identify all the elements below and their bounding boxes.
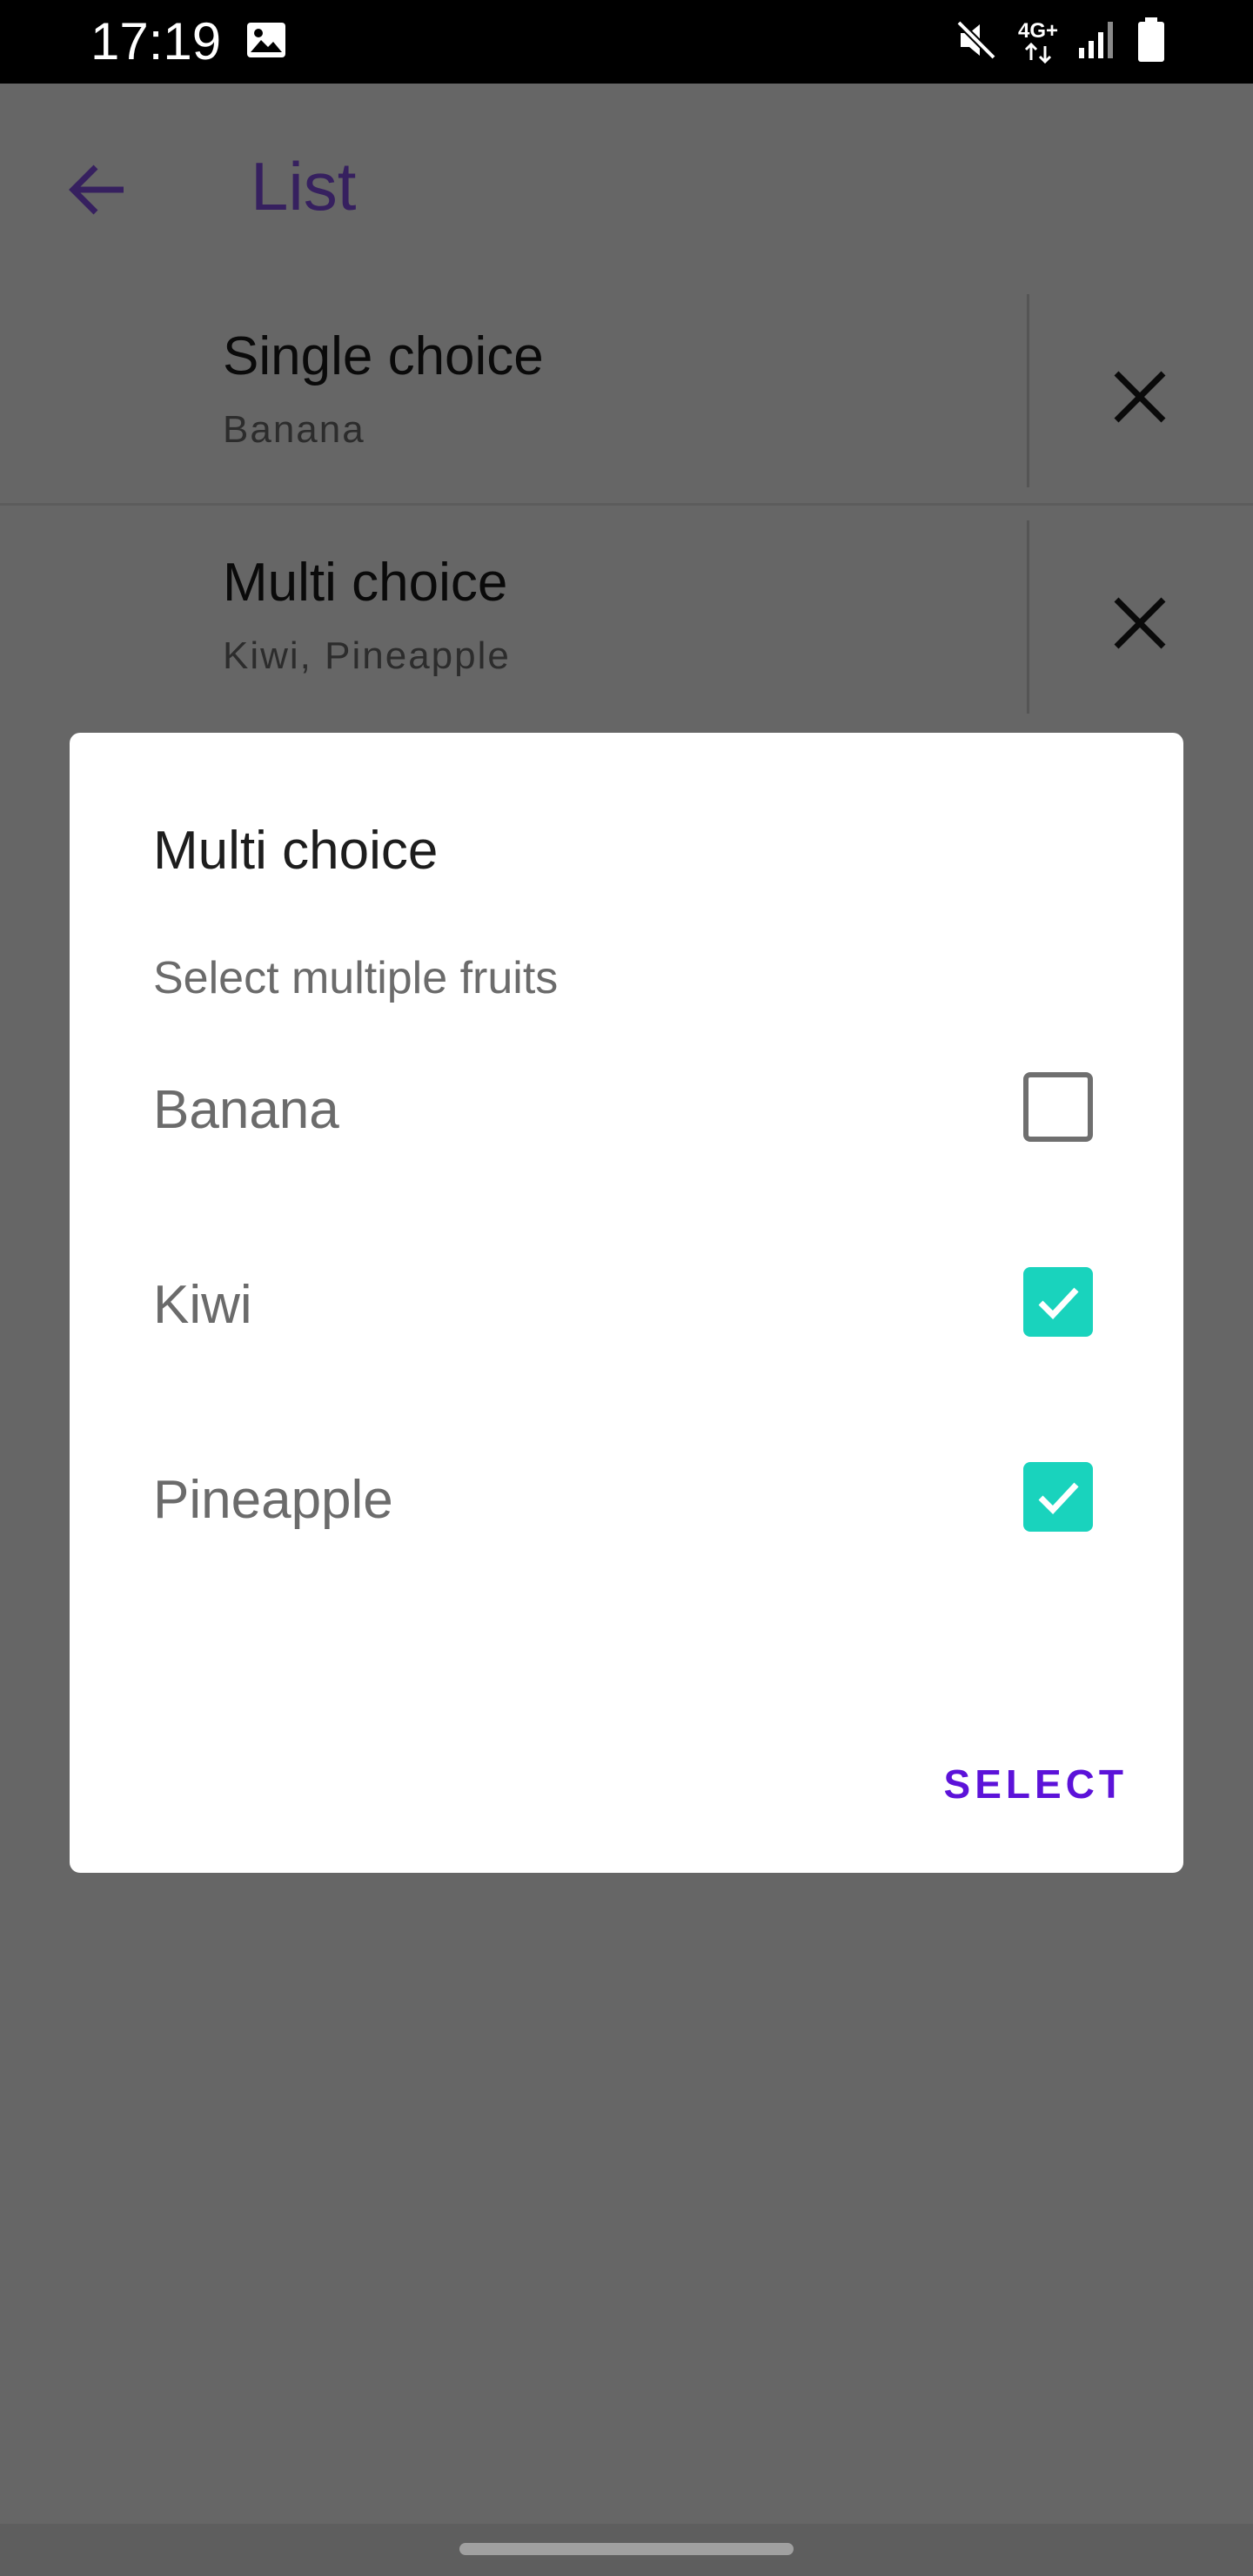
clear-single-choice-button[interactable] — [1098, 355, 1182, 439]
gallery-icon — [245, 21, 287, 59]
checkbox-pineapple[interactable] — [1023, 1462, 1093, 1532]
option-banana[interactable]: Banana — [70, 1020, 1183, 1194]
option-pineapple[interactable]: Pineapple — [70, 1410, 1183, 1584]
option-kiwi[interactable]: Kiwi — [70, 1215, 1183, 1389]
list-item-single-choice[interactable]: Single choice Banana — [0, 280, 1253, 506]
list-item-subtitle: Banana — [223, 408, 365, 451]
clear-multi-choice-button[interactable] — [1098, 581, 1182, 665]
checkmark-icon — [1038, 1482, 1079, 1515]
arrow-back-icon — [69, 164, 124, 215]
row-divider — [1027, 294, 1029, 487]
list-item-subtitle: Kiwi, Pineapple — [223, 634, 511, 677]
select-button[interactable]: SELECT — [944, 1760, 1128, 1808]
battery-icon — [1136, 17, 1166, 67]
navigation-bar — [0, 2524, 1253, 2576]
status-bar: 17:19 4G+ — [0, 0, 1253, 84]
checkbox-banana[interactable] — [1023, 1072, 1093, 1142]
mute-icon — [954, 17, 999, 67]
dialog-message: Select multiple fruits — [153, 953, 559, 1003]
signal-icon — [1077, 20, 1117, 64]
list-item-title: Multi choice — [223, 553, 508, 613]
network-4g-icon: 4G+ — [1018, 20, 1058, 64]
close-icon — [1114, 371, 1166, 423]
list-item-title: Single choice — [223, 326, 544, 386]
app-bar: List — [0, 84, 1253, 283]
option-label: Pineapple — [153, 1470, 393, 1530]
option-label: Kiwi — [153, 1275, 252, 1335]
network-type-label: 4G+ — [1017, 19, 1058, 43]
multi-choice-dialog: Multi choice Select multiple fruits Bana… — [70, 733, 1183, 1873]
option-label: Banana — [153, 1080, 339, 1140]
home-gesture-handle[interactable] — [459, 2543, 794, 2555]
row-divider — [1027, 520, 1029, 714]
status-icons: 4G+ — [954, 16, 1166, 68]
list-item-multi-choice[interactable]: Multi choice Kiwi, Pineapple — [0, 506, 1253, 729]
page-title: List — [251, 148, 357, 225]
status-time: 17:19 — [90, 12, 222, 70]
dialog-title: Multi choice — [153, 821, 439, 881]
close-icon — [1114, 597, 1166, 649]
checkmark-icon — [1038, 1287, 1079, 1320]
back-button[interactable] — [57, 150, 137, 230]
checkbox-kiwi[interactable] — [1023, 1267, 1093, 1337]
